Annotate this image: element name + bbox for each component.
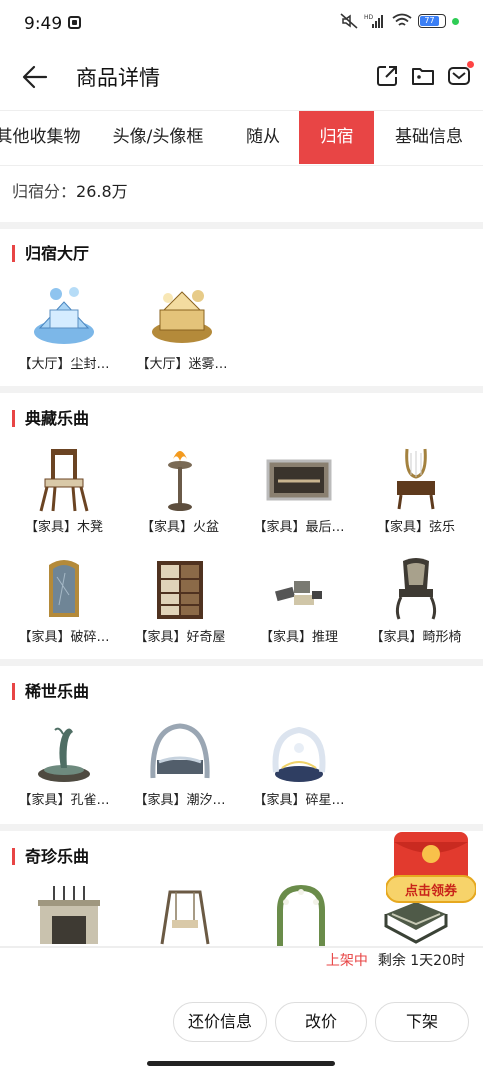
item-label: 【家具】推理 [259,630,338,645]
peacock-fountain-icon [38,727,90,782]
listing-status: 上架中 剩余 1天20时 [326,950,465,970]
residence-score: 归宿分：26.8万 [12,178,128,202]
score-value: 26.8万 [76,182,128,201]
tidal-bed-icon [150,723,210,779]
reprice-button[interactable]: 改价 [275,1002,367,1042]
battery-level: 77 [420,16,439,26]
folder-icon[interactable] [411,64,435,88]
back-arrow-icon[interactable] [22,64,48,90]
mute-icon [340,13,358,29]
status-icons: HD 77 [340,13,459,29]
broken-mirror-icon [49,560,79,617]
list-item[interactable]: 【大厅】迷雾… [126,280,238,372]
listing-state: 上架中 [325,953,368,969]
item-label: 【家具】碎星… [253,793,345,808]
tab-collectibles[interactable]: 其他收集物 [0,111,90,164]
item-label: 【家具】孔雀… [18,793,110,808]
divider [0,222,483,229]
swing-icon [160,890,210,945]
clock: 9:49 [24,14,63,34]
curio-cabinet-icon [157,561,203,619]
network-label: HD [364,14,374,21]
section-title-hall: 归宿大厅 [12,245,89,262]
coupon-button[interactable]: 点击领券 [385,828,477,906]
divider [0,659,483,666]
mail-icon [448,67,470,85]
share-icon[interactable] [375,64,399,88]
section-title-rare: 稀世乐曲 [12,683,89,700]
tab-basic-info[interactable]: 基础信息 [384,111,474,164]
wooden-stool-icon [39,449,89,512]
list-item[interactable]: 【大厅】尘封… [8,280,120,372]
list-item[interactable]: 【家具】火盆 [124,445,236,535]
page-title: 商品详情 [76,66,160,90]
list-item[interactable]: 【家具】畸形椅 [360,555,472,645]
item-label: 【家具】最后… [253,520,345,535]
twisted-chair-icon [395,558,437,620]
signal-icon: HD [364,14,383,28]
list-item[interactable]: 【家具】碎星… [243,718,355,808]
status-bar: 9:49 HD 77 [0,0,483,48]
divider [0,386,483,393]
list-item[interactable]: 【家具】弦乐 [360,445,472,535]
tab-companion[interactable]: 随从 [230,111,296,164]
item-label: 【大厅】迷雾… [136,357,228,372]
category-tabs: 其他收集物 头像/头像框 随从 归宿 基础信息 [0,110,483,166]
battery-icon: 77 [418,14,446,28]
clues-icon [275,581,322,605]
tab-avatar-frame[interactable]: 头像/头像框 [98,111,218,164]
item-label: 【家具】畸形椅 [370,630,462,645]
action-bar: 还价信息 改价 下架 [173,1002,469,1042]
list-item[interactable]: 【家具】最后… [243,445,355,535]
brazier-icon [168,451,192,511]
item-label: 【家具】火盆 [140,520,219,535]
coupon-label: 点击领券 [404,884,457,899]
list-item[interactable]: 【家具】潮汐… [124,718,236,808]
list-item[interactable]: 【家具】好奇屋 [124,555,236,645]
section-title-classic: 典藏乐曲 [12,410,89,427]
delist-button[interactable]: 下架 [375,1002,469,1042]
starfall-ornament-icon [272,726,326,782]
tab-residence[interactable]: 归宿 [299,111,374,164]
lyre-table-icon [397,448,435,510]
item-label: 【大厅】尘封… [18,357,110,372]
divider [0,946,483,948]
hall-dusty-icon [34,287,94,344]
notification-icon [68,16,81,29]
header: 商品详情 [0,48,483,106]
list-item[interactable]: 【家具】推理 [243,555,355,645]
unread-dot [467,61,474,68]
wifi-icon [392,13,412,26]
item-label: 【家具】好奇屋 [134,630,226,645]
item-label: 【家具】破碎… [18,630,110,645]
item-label: 【家具】木凳 [24,520,103,535]
list-item[interactable]: 【家具】孔雀… [8,718,120,808]
list-item[interactable]: 【家具】破碎… [8,555,120,645]
section-title-treasure: 奇珍乐曲 [12,848,89,865]
list-item[interactable]: 【家具】木凳 [8,445,120,535]
score-label: 归宿分： [12,182,77,201]
fireplace-icon [38,886,100,944]
item-label: 【家具】弦乐 [376,520,455,535]
hall-mist-icon [152,290,212,343]
green-dot-icon [452,17,459,25]
painting-icon [266,459,332,501]
listing-remaining: 剩余 1天20时 [377,953,465,969]
flower-arch-icon [277,884,325,946]
home-indicator[interactable] [147,1061,335,1066]
message-button[interactable] [447,61,474,88]
item-label: 【家具】潮汐… [134,793,226,808]
bargain-info-button[interactable]: 还价信息 [173,1002,267,1042]
